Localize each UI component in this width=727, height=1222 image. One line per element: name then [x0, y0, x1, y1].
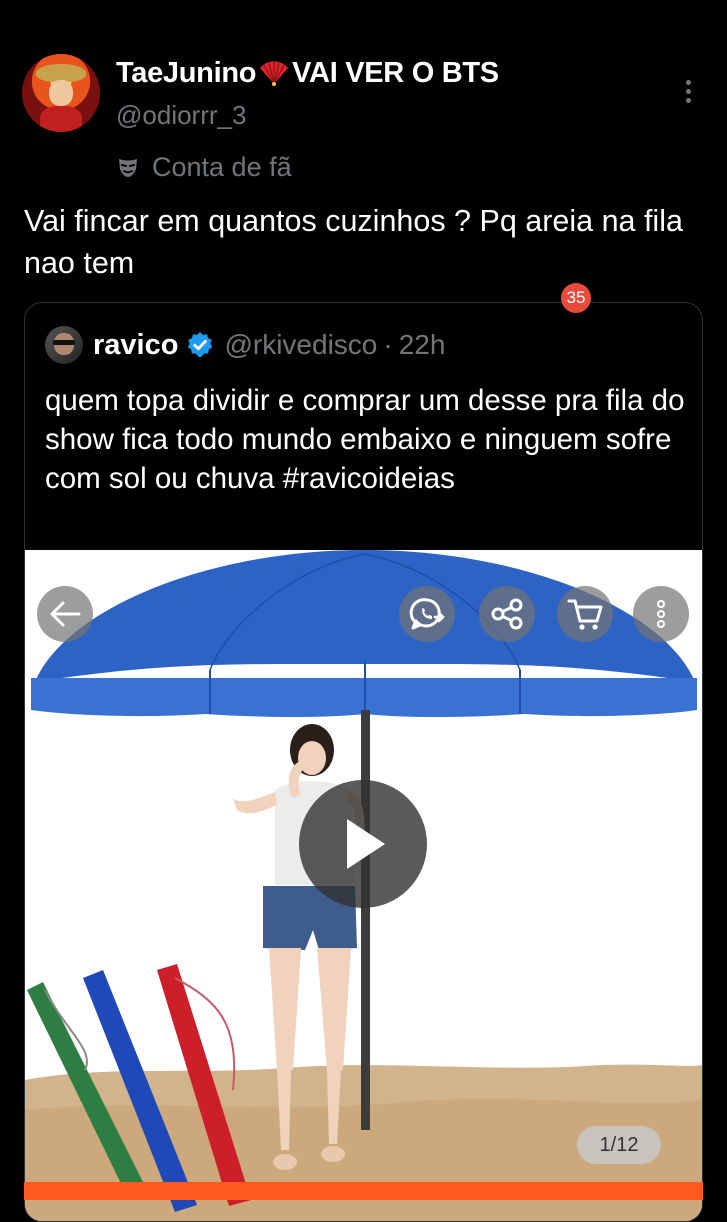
quoted-tweet-text: quem topa dividir e comprar um desse pra…: [45, 384, 685, 495]
fan-account-label: Conta de fã: [116, 150, 292, 184]
media-bottom-bar: [24, 1182, 703, 1200]
quoted-timestamp[interactable]: 22h: [399, 329, 446, 361]
separator-dot: ·: [383, 329, 393, 360]
quoted-tweet-header: ravico @rkivedisco · 22h: [45, 325, 445, 365]
fan-account-text: Conta de fã: [152, 151, 292, 182]
author-name-suffix: VAI VER O BTS: [292, 56, 499, 89]
avatar-face: [49, 80, 73, 106]
mask-icon: [119, 159, 137, 177]
whatsapp-share-icon[interactable]: [399, 586, 455, 642]
quoted-author-avatar[interactable]: [45, 326, 83, 364]
play-icon[interactable]: [299, 780, 427, 908]
more-options-icon[interactable]: [633, 586, 689, 642]
quoted-author-name[interactable]: ravico: [93, 329, 178, 362]
quoted-author-handle: @rkivedisco: [224, 329, 378, 360]
media-page-counter: 1/12: [577, 1126, 661, 1164]
author-avatar[interactable]: [22, 54, 100, 132]
fan-icon: [260, 61, 289, 86]
cart-icon[interactable]: [557, 586, 613, 642]
author-handle[interactable]: @odiorrr_3: [116, 100, 246, 131]
avatar-shirt: [40, 106, 82, 132]
cart-count-badge: 35: [561, 283, 591, 313]
quoted-tweet[interactable]: ravico @rkivedisco · 22h quem topa divid…: [24, 302, 703, 1222]
tweet-text: Vai fincar em quantos cuzinhos ? Pq arei…: [24, 204, 683, 280]
back-arrow-icon[interactable]: [37, 586, 93, 642]
verified-icon: [188, 332, 213, 358]
share-icon[interactable]: [479, 586, 535, 642]
more-vert-icon[interactable]: [676, 76, 700, 112]
author-name-row[interactable]: TaeJunino VAI VER O BTS: [116, 56, 499, 90]
author-name-prefix: TaeJunino: [116, 56, 257, 89]
